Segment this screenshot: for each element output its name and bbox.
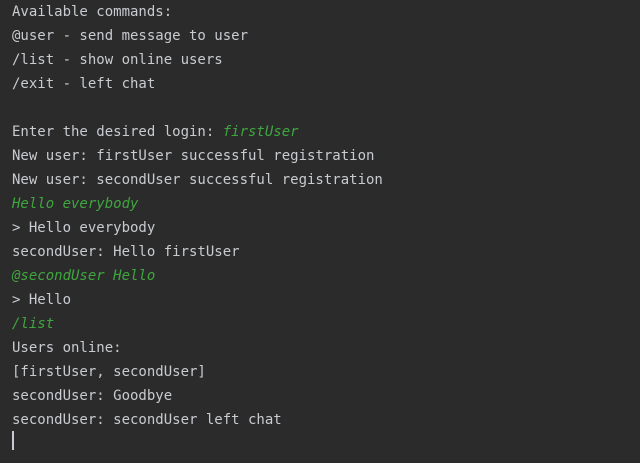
console-line-login-prompt: Enter the desired login: firstUser: [12, 120, 383, 144]
console-line-user-input: Hello everybody: [12, 196, 139, 212]
console-line-user-input: /list: [12, 316, 55, 332]
console-line-list-command: /list - show online users: [12, 52, 223, 68]
console-line-commands-header: Available commands:: [12, 4, 173, 20]
console-line-user-input: @secondUser Hello: [12, 268, 156, 284]
console-line-left-chat: secondUser: secondUser left chat: [12, 412, 282, 428]
console-line-user-command: @user - send message to user: [12, 28, 249, 44]
console-line-echo: > Hello: [12, 292, 72, 308]
text-cursor: [12, 431, 14, 450]
console-line-exit-command: /exit - left chat: [12, 76, 156, 92]
login-input-text: firstUser: [222, 124, 299, 140]
console-line-incoming-message: secondUser: Hello firstUser: [12, 244, 240, 260]
console-line-incoming-message: secondUser: Goodbye: [12, 388, 173, 404]
console-output[interactable]: Available commands: @user - send message…: [0, 0, 640, 463]
console-line-users-online-header: Users online:: [12, 340, 122, 356]
console-line-registration-second: New user: secondUser successful registra…: [12, 172, 383, 188]
console-line-echo: > Hello everybody: [12, 220, 156, 236]
console-lines: Available commands: @user - send message…: [12, 0, 383, 432]
console-line-registration-first: New user: firstUser successful registrat…: [12, 148, 375, 164]
console-line-users-list: [firstUser, secondUser]: [12, 364, 206, 380]
login-prompt-text: Enter the desired login:: [12, 124, 223, 140]
